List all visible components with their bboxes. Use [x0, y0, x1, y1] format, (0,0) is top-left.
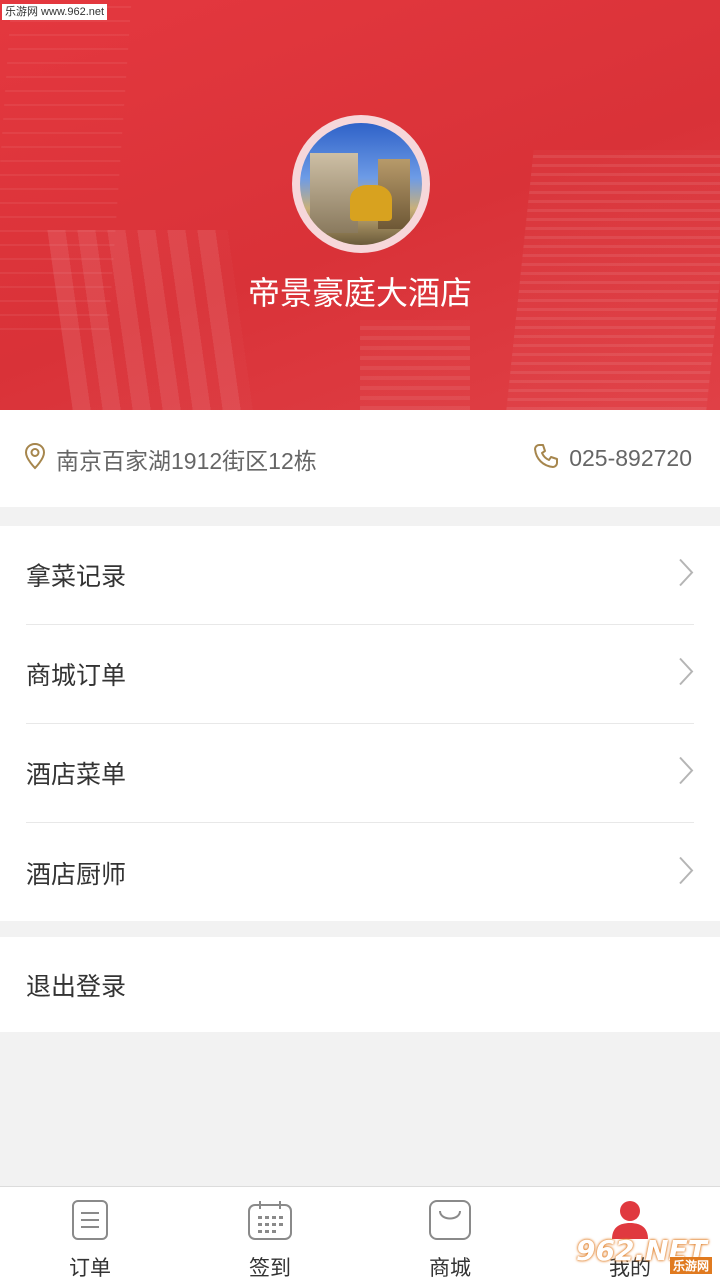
background-building	[360, 320, 470, 410]
logout-button[interactable]: 退出登录	[0, 937, 720, 1032]
menu-item-label: 拿菜记录	[26, 563, 127, 591]
tab-checkin[interactable]: 签到	[180, 1187, 360, 1280]
logout-label: 退出登录	[26, 972, 127, 1001]
location-pin-icon	[24, 442, 46, 475]
hotel-avatar[interactable]	[292, 115, 430, 253]
shop-bag-icon	[428, 1199, 472, 1246]
order-icon	[71, 1199, 109, 1246]
chevron-right-icon	[678, 855, 694, 890]
background-building	[47, 230, 253, 410]
phone-icon	[533, 443, 559, 474]
chevron-right-icon	[678, 558, 694, 593]
address-text: 南京百家湖1912街区12栋	[56, 447, 317, 474]
tab-label: 订单	[69, 1257, 111, 1280]
menu-list: 拿菜记录 商城订单 酒店菜单 酒店厨师	[0, 526, 720, 921]
menu-item-pickup-record[interactable]: 拿菜记录	[26, 526, 694, 625]
hotel-name: 帝景豪庭大酒店	[247, 275, 472, 311]
hotel-info-bar: 南京百家湖1912街区12栋 025-892720	[0, 410, 720, 507]
chevron-right-icon	[678, 756, 694, 791]
phone-row[interactable]: 025-892720	[533, 410, 692, 507]
tab-label: 签到	[249, 1257, 291, 1280]
watermark-logo: 962.NET 乐游网	[576, 1234, 716, 1274]
menu-item-label: 酒店菜单	[26, 761, 127, 789]
tab-mall[interactable]: 商城	[360, 1187, 540, 1280]
chevron-right-icon	[678, 657, 694, 692]
watermark-text: 乐游网 www.962.net	[2, 4, 108, 20]
header-banner: 乐游网 www.962.net 帝景豪庭大酒店	[0, 0, 720, 410]
tab-orders[interactable]: 订单	[0, 1187, 180, 1280]
menu-item-hotel-chefs[interactable]: 酒店厨师	[26, 823, 694, 922]
address-row: 南京百家湖1912街区12栋	[24, 410, 317, 507]
calendar-icon	[247, 1199, 293, 1246]
phone-text: 025-892720	[569, 445, 692, 471]
menu-item-label: 商城订单	[26, 662, 127, 690]
menu-item-hotel-menu[interactable]: 酒店菜单	[26, 724, 694, 823]
tab-label: 商城	[429, 1257, 471, 1280]
hotel-photo	[300, 123, 422, 245]
menu-item-label: 酒店厨师	[26, 860, 127, 889]
menu-item-mall-orders[interactable]: 商城订单	[26, 625, 694, 724]
